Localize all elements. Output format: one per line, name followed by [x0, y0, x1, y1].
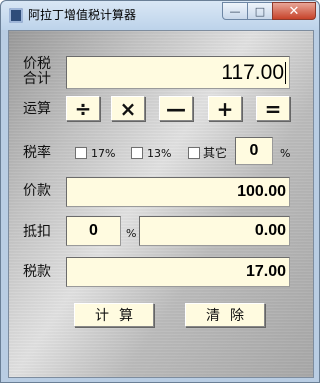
deduction-percent-field[interactable]: 0	[66, 216, 121, 246]
calculator-window: 阿拉丁增值税计算器 — □ ✕ 价税 合计 117.00 运算 ÷ × — + …	[0, 0, 320, 383]
rate-17-checkbox[interactable]	[75, 147, 87, 159]
price-label: 价款	[23, 183, 51, 199]
rate-other-checkbox[interactable]	[188, 147, 200, 159]
tax-field[interactable]: 17.00	[66, 257, 290, 287]
price-tax-total-label-line1: 价税	[23, 56, 51, 72]
custom-rate-value: 0	[249, 142, 259, 159]
minimize-button[interactable]: —	[222, 2, 248, 20]
custom-rate-field[interactable]: 0	[235, 137, 273, 165]
tax-label: 税款	[23, 264, 51, 280]
price-tax-total-value: 117.00	[221, 60, 284, 84]
price-value: 100.00	[237, 183, 286, 200]
text-caret	[285, 61, 286, 84]
tax-rate-label: 税率	[23, 145, 51, 161]
price-tax-total-label-line2: 合计	[23, 71, 51, 87]
equals-button[interactable]: =	[256, 96, 290, 121]
deduction-amount-value: 0.00	[254, 222, 286, 239]
custom-rate-percent-sign: %	[280, 147, 291, 160]
price-field[interactable]: 100.00	[66, 177, 290, 207]
operation-label: 运算	[23, 101, 51, 117]
deduction-percent-value: 0	[89, 222, 98, 239]
rate-17-label: 17%	[91, 147, 116, 160]
clear-button[interactable]: 清除	[185, 303, 265, 327]
deduction-percent-sign: %	[126, 227, 137, 240]
tax-value: 17.00	[245, 263, 286, 280]
price-tax-total-field[interactable]: 117.00	[66, 56, 290, 89]
title-bar[interactable]: 阿拉丁增值税计算器 — □ ✕	[1, 1, 319, 30]
multiply-button[interactable]: ×	[111, 96, 145, 121]
calculate-button[interactable]: 计算	[74, 303, 154, 327]
divide-button[interactable]: ÷	[66, 96, 100, 121]
rate-13-checkbox[interactable]	[131, 147, 143, 159]
deduction-label: 抵扣	[23, 224, 51, 240]
app-icon	[9, 8, 23, 23]
add-button[interactable]: +	[208, 96, 242, 121]
rate-13-label: 13%	[147, 147, 172, 160]
window-title: 阿拉丁增值税计算器	[28, 8, 137, 22]
calculator-panel: 价税 合计 117.00 运算 ÷ × — + = 税率 17% 13% 其它 …	[8, 30, 314, 378]
close-button[interactable]: ✕	[272, 2, 316, 20]
maximize-button[interactable]: □	[247, 2, 273, 20]
rate-other-label: 其它	[203, 146, 228, 160]
subtract-button[interactable]: —	[159, 96, 193, 121]
deduction-amount-field[interactable]: 0.00	[139, 216, 290, 246]
